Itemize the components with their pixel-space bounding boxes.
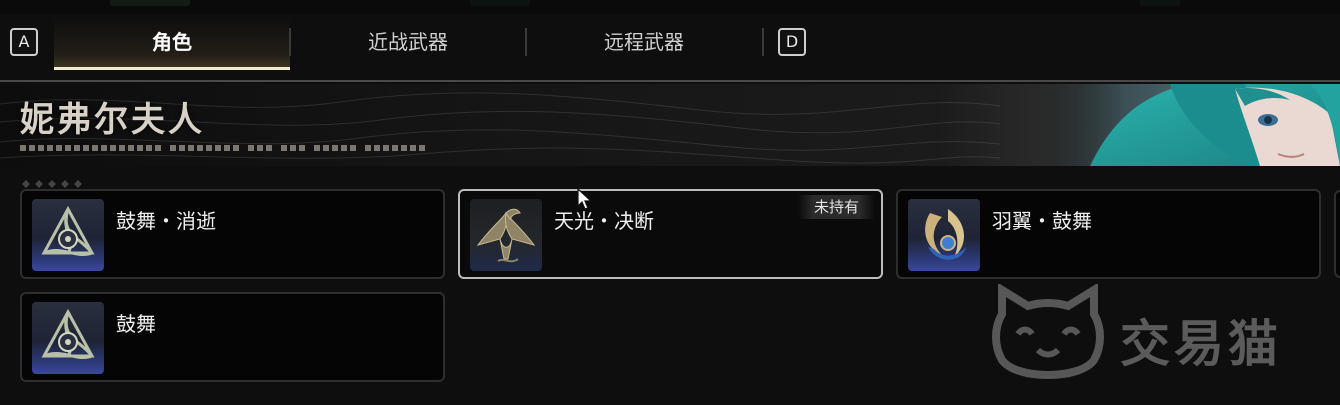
skin-card[interactable]: 羽翼・鼓舞 (896, 189, 1321, 279)
tab-label: 近战武器 (368, 30, 448, 54)
cutoff-element (1140, 0, 1180, 6)
indicator-dot (35, 180, 43, 188)
cat-logo-icon (992, 282, 1104, 379)
character-banner: 妮弗尔夫人 (0, 84, 1340, 166)
not-owned-badge: 未持有 (797, 195, 875, 219)
mouse-cursor-icon (577, 188, 593, 210)
skin-card[interactable]: 鼓舞 (20, 292, 445, 382)
partial-skin-card[interactable] (1334, 190, 1340, 278)
skin-name: 鼓舞 (116, 312, 156, 336)
tab-ranged-weapons[interactable]: 远程武器 (526, 18, 762, 70)
tri-knot-emblem-icon (32, 199, 104, 271)
skin-card-selected[interactable]: 天光・决断 未持有 (458, 189, 883, 279)
page-indicator-dots (22, 173, 87, 188)
tab-label: 远程武器 (604, 30, 684, 54)
app-stage: A 角色 近战武器 远程武器 D 妮弗尔夫人 鼓舞・消逝 天光・决断 未持有 羽… (0, 0, 1340, 405)
wing-swirl-emblem-icon (908, 199, 980, 271)
active-tab-underline (54, 67, 290, 70)
watermark-text: 交易猫 (1120, 315, 1282, 373)
skin-name: 鼓舞・消逝 (116, 209, 216, 233)
top-cutoff-strip (0, 0, 1340, 14)
cutoff-element (110, 0, 190, 6)
indicator-dot (74, 180, 82, 188)
indicator-dot (22, 180, 30, 188)
indicator-dot (48, 180, 56, 188)
banner-decorative-script (20, 145, 425, 151)
character-name-title: 妮弗尔夫人 (20, 100, 205, 140)
dragon-emblem-icon (470, 199, 542, 271)
character-portrait (1030, 84, 1340, 166)
skin-card[interactable]: 鼓舞・消逝 (20, 189, 445, 279)
tab-character[interactable]: 角色 (54, 18, 290, 70)
tab-melee-weapons[interactable]: 近战武器 (290, 18, 526, 70)
indicator-dot (61, 180, 69, 188)
cutoff-element (470, 0, 530, 6)
next-tab-key-hint[interactable]: D (778, 28, 806, 56)
tab-separator (762, 28, 764, 56)
category-tab-bar: A 角色 近战武器 远程武器 D (0, 18, 1340, 72)
watermark: 交易猫 (988, 282, 1328, 384)
skin-name: 天光・决断 (554, 209, 654, 233)
tab-label: 角色 (152, 30, 192, 54)
header-divider (0, 80, 1340, 82)
tri-knot-emblem-icon (32, 302, 104, 374)
prev-tab-key-hint[interactable]: A (10, 28, 38, 56)
skin-name: 羽翼・鼓舞 (992, 209, 1092, 233)
